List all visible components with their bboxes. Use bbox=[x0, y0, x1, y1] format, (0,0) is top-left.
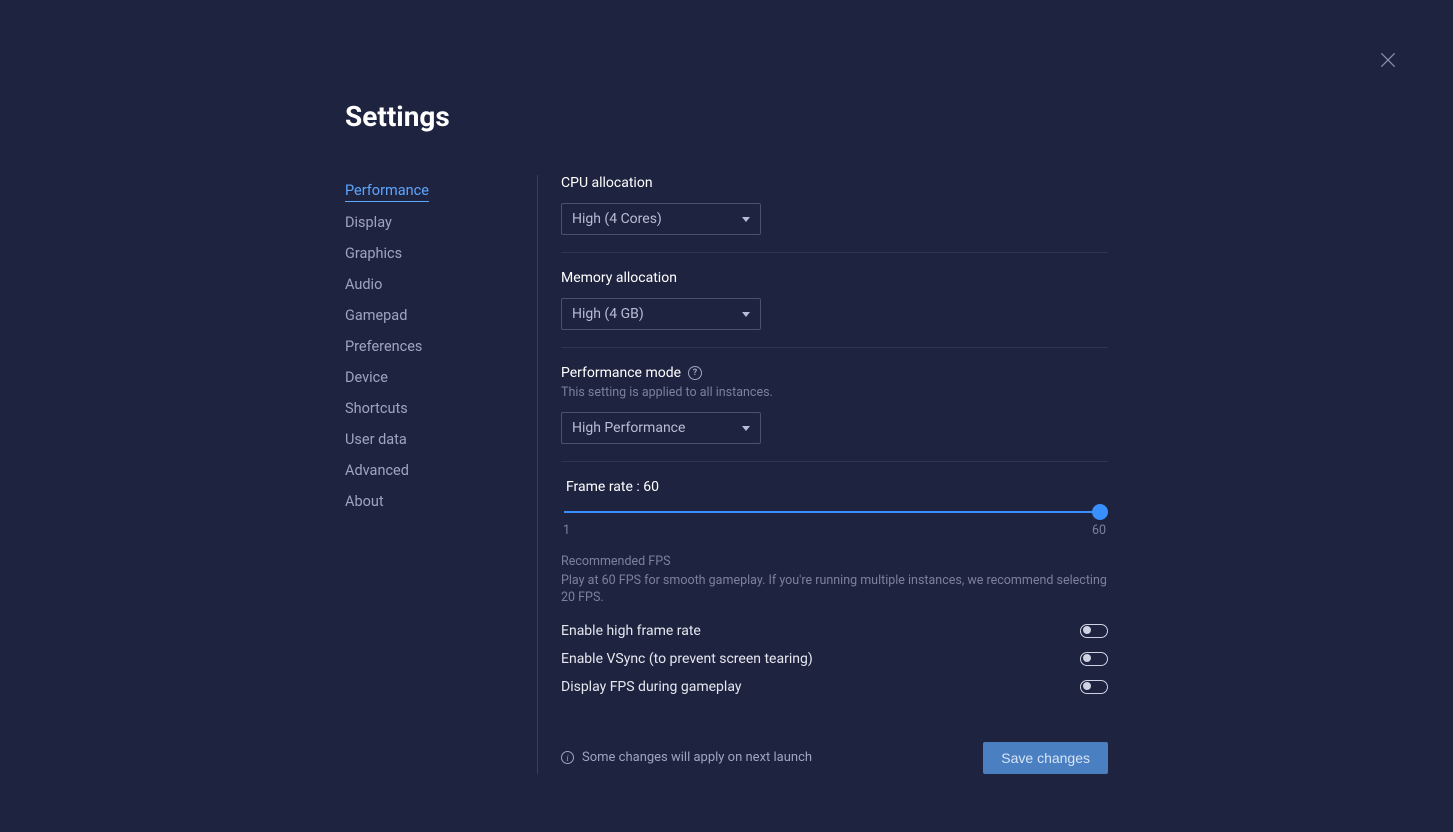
sidebar-item-display[interactable]: Display bbox=[345, 207, 392, 238]
performance-mode-sublabel: This setting is applied to all instances… bbox=[561, 385, 1108, 400]
frame-rate-slider[interactable] bbox=[561, 503, 1108, 521]
sidebar-item-gamepad[interactable]: Gamepad bbox=[345, 300, 407, 331]
frame-rate-max: 60 bbox=[1092, 523, 1106, 538]
memory-allocation-select[interactable]: High (4 GB) bbox=[561, 298, 761, 330]
sidebar-item-user-data[interactable]: User data bbox=[345, 424, 407, 455]
help-icon[interactable]: ? bbox=[688, 366, 702, 380]
performance-mode-label: Performance mode bbox=[561, 365, 681, 381]
sidebar-item-device[interactable]: Device bbox=[345, 362, 388, 393]
cpu-allocation-select[interactable]: High (4 Cores) bbox=[561, 203, 761, 235]
toggle-display-fps[interactable] bbox=[1080, 680, 1108, 694]
toggle-label-high-frame-rate: Enable high frame rate bbox=[561, 623, 701, 639]
sidebar-item-about[interactable]: About bbox=[345, 486, 384, 517]
memory-allocation-label: Memory allocation bbox=[561, 270, 1108, 286]
info-icon: i bbox=[561, 751, 574, 764]
toggle-knob bbox=[1083, 682, 1091, 690]
chevron-down-icon bbox=[742, 426, 750, 431]
toggle-label-display-fps: Display FPS during gameplay bbox=[561, 679, 741, 695]
frame-rate-label-prefix: Frame rate : bbox=[566, 479, 643, 495]
close-button[interactable] bbox=[1378, 50, 1398, 70]
toggle-vsync[interactable] bbox=[1080, 652, 1108, 666]
cpu-allocation-value: High (4 Cores) bbox=[572, 211, 662, 227]
footer-note-text: Some changes will apply on next launch bbox=[582, 750, 812, 765]
chevron-down-icon bbox=[742, 312, 750, 317]
frame-rate-hint-title: Recommended FPS bbox=[561, 554, 1108, 569]
frame-rate-hint-text: Play at 60 FPS for smooth gameplay. If y… bbox=[561, 573, 1108, 607]
sidebar-item-shortcuts[interactable]: Shortcuts bbox=[345, 393, 408, 424]
save-changes-button[interactable]: Save changes bbox=[983, 742, 1108, 774]
cpu-allocation-label: CPU allocation bbox=[561, 175, 1108, 191]
slider-track-line bbox=[564, 511, 1105, 513]
toggle-knob bbox=[1083, 654, 1091, 662]
frame-rate-value: 60 bbox=[643, 479, 659, 495]
sidebar-item-performance[interactable]: Performance bbox=[345, 175, 429, 202]
performance-mode-select[interactable]: High Performance bbox=[561, 412, 761, 444]
slider-thumb[interactable] bbox=[1092, 504, 1108, 520]
settings-sidebar: Performance Display Graphics Audio Gamep… bbox=[345, 175, 538, 774]
toggle-knob bbox=[1083, 626, 1091, 634]
sidebar-item-advanced[interactable]: Advanced bbox=[345, 455, 409, 486]
performance-mode-value: High Performance bbox=[572, 420, 685, 436]
close-icon bbox=[1378, 50, 1398, 70]
sidebar-item-preferences[interactable]: Preferences bbox=[345, 331, 422, 362]
sidebar-item-graphics[interactable]: Graphics bbox=[345, 238, 402, 269]
frame-rate-min: 1 bbox=[563, 523, 570, 538]
chevron-down-icon bbox=[742, 217, 750, 222]
page-title: Settings bbox=[345, 100, 1108, 133]
sidebar-item-audio[interactable]: Audio bbox=[345, 269, 382, 300]
settings-main: CPU allocation High (4 Cores) Memory all… bbox=[538, 175, 1108, 774]
toggle-high-frame-rate[interactable] bbox=[1080, 624, 1108, 638]
toggle-label-vsync: Enable VSync (to prevent screen tearing) bbox=[561, 651, 813, 667]
memory-allocation-value: High (4 GB) bbox=[572, 306, 644, 322]
